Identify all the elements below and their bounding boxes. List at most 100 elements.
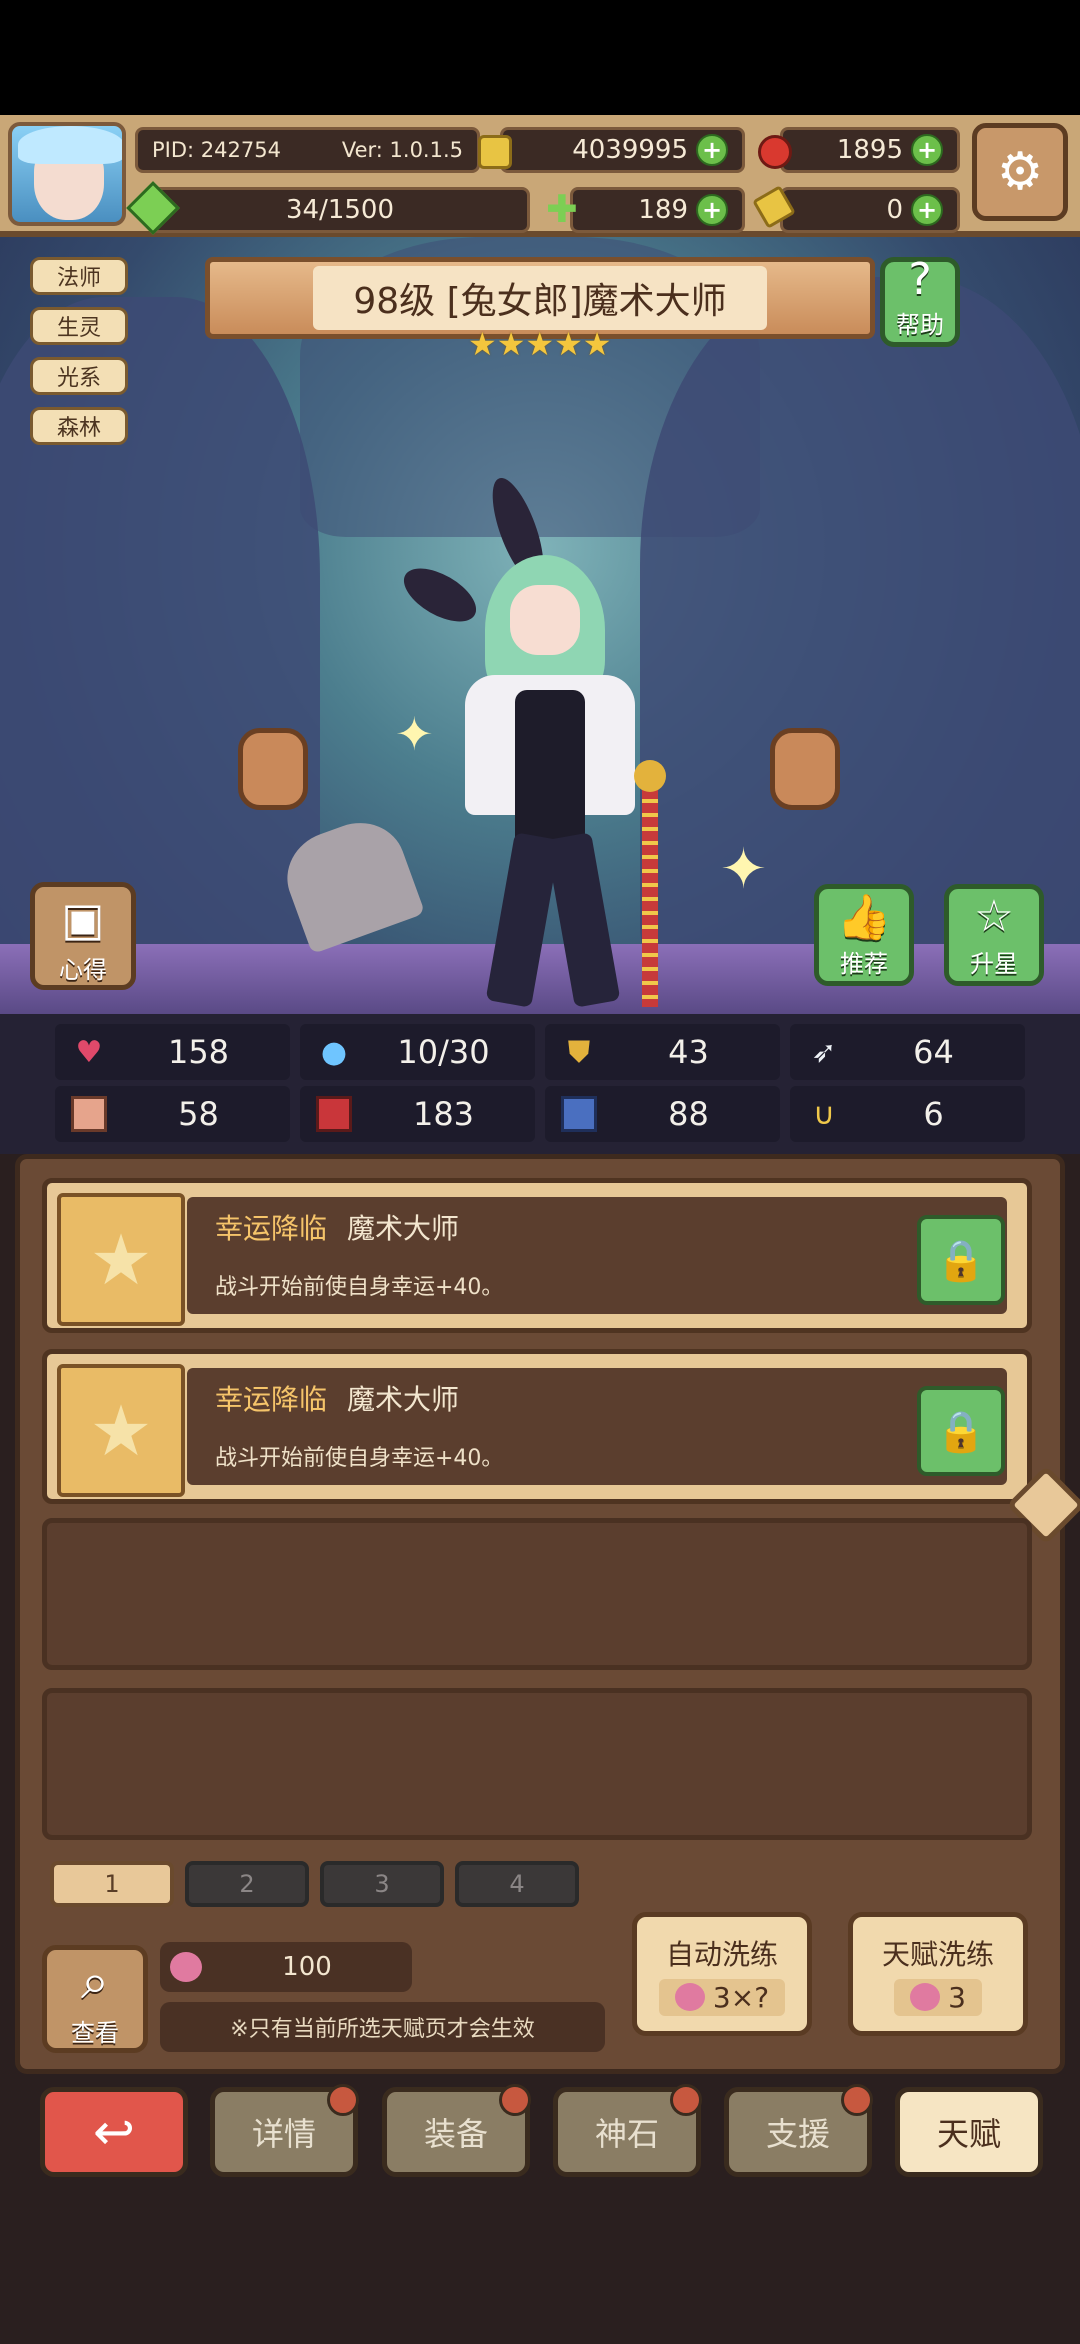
auto-reroll-cost: 3×? xyxy=(712,1980,770,2014)
star-icon: ☆ xyxy=(974,891,1014,942)
add-gold-icon[interactable]: + xyxy=(696,134,728,166)
stat-magic: 183 xyxy=(300,1086,535,1142)
talent-source: 魔术大师 xyxy=(347,1212,460,1245)
stat-attack: 58 xyxy=(55,1086,290,1142)
tab-support[interactable]: 支援 xyxy=(724,2084,873,2177)
talent-name: 幸运降临 xyxy=(215,1212,328,1245)
reroll-cost-value: 100 xyxy=(282,1952,332,1982)
insight-label: 心得 xyxy=(59,956,107,984)
recommend-button[interactable]: 👍 推荐 xyxy=(814,884,914,986)
stat-defense: ⛊ 43 xyxy=(545,1024,780,1080)
add-key-icon[interactable]: + xyxy=(911,194,943,226)
gem-counter: 1895 + xyxy=(780,127,960,173)
tab-god-stone-label: 神石 xyxy=(594,2115,659,2153)
tag-light: 光系 xyxy=(30,357,128,395)
notification-dot xyxy=(670,2084,702,2116)
view-button[interactable]: ⌕ 查看 xyxy=(42,1945,148,2053)
back-arrow-icon: ↩ xyxy=(93,2103,135,2161)
tag-living: 生灵 xyxy=(30,307,128,345)
key-value: 0 xyxy=(886,195,903,225)
stat-mana: ● 10/30 xyxy=(300,1024,535,1080)
recommend-label: 推荐 xyxy=(840,950,888,978)
lock-icon[interactable]: 🔒 xyxy=(917,1386,1005,1476)
star-up-button[interactable]: ☆ 升星 xyxy=(944,884,1044,986)
star-icon: ★ xyxy=(57,1193,185,1326)
reroll-note: ※只有当前所选天赋页才会生效 xyxy=(160,2002,605,2052)
talent-page-tab-4[interactable]: 4 xyxy=(455,1861,579,1907)
stamina-bar: 34/1500 xyxy=(150,187,530,233)
talent-page-tab-3[interactable]: 3 xyxy=(320,1861,444,1907)
bottom-filler xyxy=(0,2200,1080,2344)
tab-talent[interactable]: 天赋 xyxy=(895,2087,1043,2177)
stat-magic-defense: 88 xyxy=(545,1086,780,1142)
ruby-icon xyxy=(758,135,792,169)
question-icon: ? xyxy=(908,254,932,305)
peach-icon xyxy=(910,1983,941,2011)
talent-reroll-label: 天赋洗练 xyxy=(881,1937,994,1971)
talent-description: 战斗开始前使自身幸运+40。 xyxy=(215,1275,504,1300)
notification-dot xyxy=(841,2084,873,2116)
add-clover-icon[interactable]: + xyxy=(696,194,728,226)
talent-page-tab-2[interactable]: 2 xyxy=(185,1861,309,1907)
leg-right xyxy=(545,832,621,1008)
scroll-icon xyxy=(561,1096,597,1132)
settings-button[interactable]: ⚙ xyxy=(972,123,1068,221)
cane xyxy=(642,775,658,1007)
tab-talent-label: 天赋 xyxy=(936,2115,1001,2153)
tab-details[interactable]: 详情 xyxy=(210,2084,359,2177)
clover-counter: 189 + xyxy=(570,187,745,233)
gear-icon: ⚙ xyxy=(996,142,1044,202)
auto-reroll-cost-box: 3×? xyxy=(658,1978,786,2016)
lock-icon[interactable]: 🔒 xyxy=(917,1215,1005,1305)
rotate-right-button[interactable] xyxy=(770,728,840,810)
sparkle-icon: ✦ xyxy=(720,837,767,902)
talent-description: 战斗开始前使自身幸运+40。 xyxy=(215,1446,504,1471)
help-label: 帮助 xyxy=(896,311,944,339)
resource-bar: PID: 242754 Ver: 1.0.1.5 4039995 + 1895 … xyxy=(0,115,1080,237)
talent-source: 魔术大师 xyxy=(347,1383,460,1416)
notification-dot xyxy=(499,2084,531,2116)
status-bar xyxy=(0,0,1080,115)
star-rating: ★★★★★ xyxy=(468,325,612,363)
heart-icon: ♥ xyxy=(75,1034,103,1070)
pid-version-box: PID: 242754 Ver: 1.0.1.5 xyxy=(135,127,480,173)
gold-counter: 4039995 + xyxy=(500,127,745,173)
stamina-value: 34/1500 xyxy=(285,195,394,225)
horseshoe-icon: ∪ xyxy=(813,1096,835,1132)
back-button[interactable]: ↩ xyxy=(40,2087,188,2177)
gem-value: 1895 xyxy=(836,135,903,165)
add-gem-icon[interactable]: + xyxy=(911,134,943,166)
sparkle-icon: ✦ xyxy=(395,707,434,761)
talent-reroll-button[interactable]: 天赋洗练 3 xyxy=(848,1912,1028,2036)
key-counter: 0 + xyxy=(780,187,960,233)
talent-slot-empty-1 xyxy=(42,1518,1032,1670)
version-text: Ver: 1.0.1.5 xyxy=(341,138,463,162)
magnifier-icon: ⌕ xyxy=(81,1952,109,2010)
tab-god-stone[interactable]: 神石 xyxy=(553,2084,702,2177)
player-avatar[interactable] xyxy=(8,122,126,226)
talent-slot-1[interactable]: ★ 幸运降临 魔术大师 战斗开始前使自身幸运+40。 🔒 xyxy=(42,1178,1032,1333)
clover-icon: ✚ xyxy=(546,187,578,231)
face xyxy=(510,585,580,655)
tab-equipment-label: 装备 xyxy=(423,2115,488,2153)
peach-icon xyxy=(170,1952,202,1982)
stats-panel: ♥ 158 ● 10/30 ⛊ 43 ➶ 64 58 183 88 ∪ 6 xyxy=(0,1014,1080,1154)
tab-equipment[interactable]: 装备 xyxy=(382,2084,531,2177)
talent-page-tab-1[interactable]: 1 xyxy=(50,1861,174,1907)
talent-slot-empty-2 xyxy=(42,1688,1032,1840)
stat-luck: ∪ 6 xyxy=(790,1086,1025,1142)
insight-button[interactable]: ▣ 心得 xyxy=(30,882,136,990)
gold-value: 4039995 xyxy=(572,135,688,165)
help-button[interactable]: ? 帮助 xyxy=(880,254,960,347)
auto-reroll-button[interactable]: 自动洗练 3×? xyxy=(632,1912,812,2036)
fist-icon xyxy=(71,1096,107,1132)
character-title: 98级 [兔女郎]魔术大师 xyxy=(313,266,767,330)
talent-slot-2[interactable]: ★ 幸运降临 魔术大师 战斗开始前使自身幸运+40。 🔒 xyxy=(42,1349,1032,1504)
rotate-left-button[interactable] xyxy=(238,728,308,810)
gold-icon xyxy=(478,135,512,169)
talent-reroll-cost-box: 3 xyxy=(894,1978,982,2016)
wing-icon: ➶ xyxy=(811,1034,837,1070)
shield-icon: ⛊ xyxy=(567,1034,591,1070)
reroll-cost-box: 100 xyxy=(160,1942,412,1992)
notification-dot xyxy=(327,2084,359,2116)
